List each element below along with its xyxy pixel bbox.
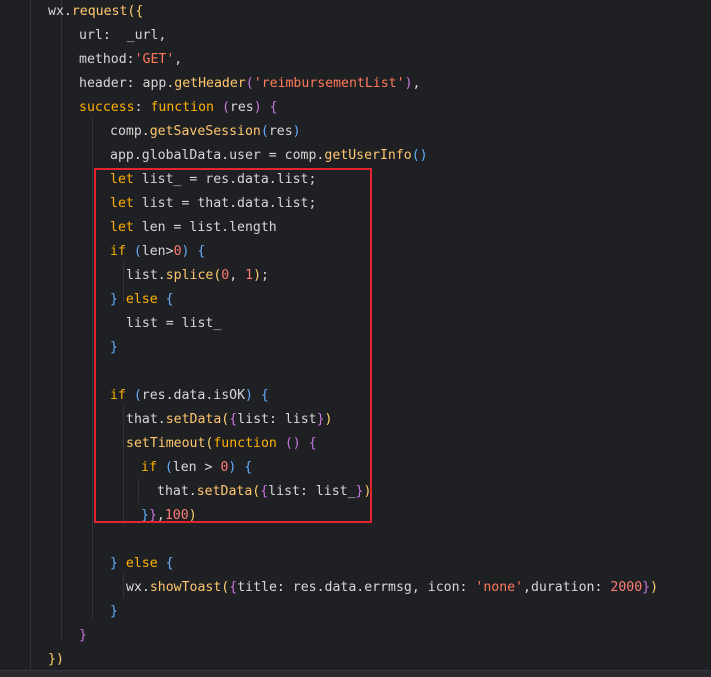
code-editor[interactable]: wx.request({ url: _url, method:'GET', he… [0, 0, 711, 677]
code-line-25: wx.showToast({title: res.data.errmsg, ic… [126, 580, 659, 595]
indent-guide [30, 0, 31, 677]
indent-guide [138, 478, 139, 502]
code-line-14: list = list_ [126, 316, 222, 331]
code-line-8: let list_ = res.data.list; [110, 172, 317, 187]
code-line-28: }) [48, 652, 64, 667]
code-line-9: let list = that.data.list; [110, 196, 317, 211]
code-line-24: } else { [110, 556, 174, 571]
code-line-3: method:'GET', [79, 52, 183, 67]
indent-guide [61, 0, 62, 640]
indent-guide [123, 406, 124, 524]
code-line-17: if (res.data.isOK) { [110, 388, 269, 403]
code-line-5: success: function (res) { [79, 100, 278, 115]
horizontal-scrollbar[interactable] [0, 670, 711, 677]
code-line-13: } else { [110, 292, 174, 307]
code-line-19: setTimeout(function () { [126, 436, 317, 451]
code-line-26: } [110, 604, 118, 619]
code-line-2: url: _url, [79, 28, 167, 43]
code-line-27: } [79, 628, 87, 643]
code-line-20: if (len > 0) { [141, 460, 253, 475]
code-line-11: if (len>0) { [110, 244, 206, 259]
indent-guide [123, 574, 124, 598]
code-line-10: let len = list.length [110, 220, 277, 235]
code-line-18: that.setData({list: list}) [126, 412, 333, 427]
code-line-4: header: app.getHeader('reimbursementList… [79, 76, 421, 91]
code-line-6: comp.getSaveSession(res) [110, 124, 301, 139]
code-line-21: that.setData({list: list_}) [157, 484, 372, 499]
code-line-12: list.splice(0, 1); [126, 268, 269, 283]
code-line-7: app.globalData.user = comp.getUserInfo() [110, 148, 428, 163]
code-line-15: } [110, 340, 118, 355]
indent-guide [92, 118, 93, 618]
code-line-1: wx.request({ [48, 4, 144, 19]
code-line-22: }},100) [141, 508, 197, 523]
